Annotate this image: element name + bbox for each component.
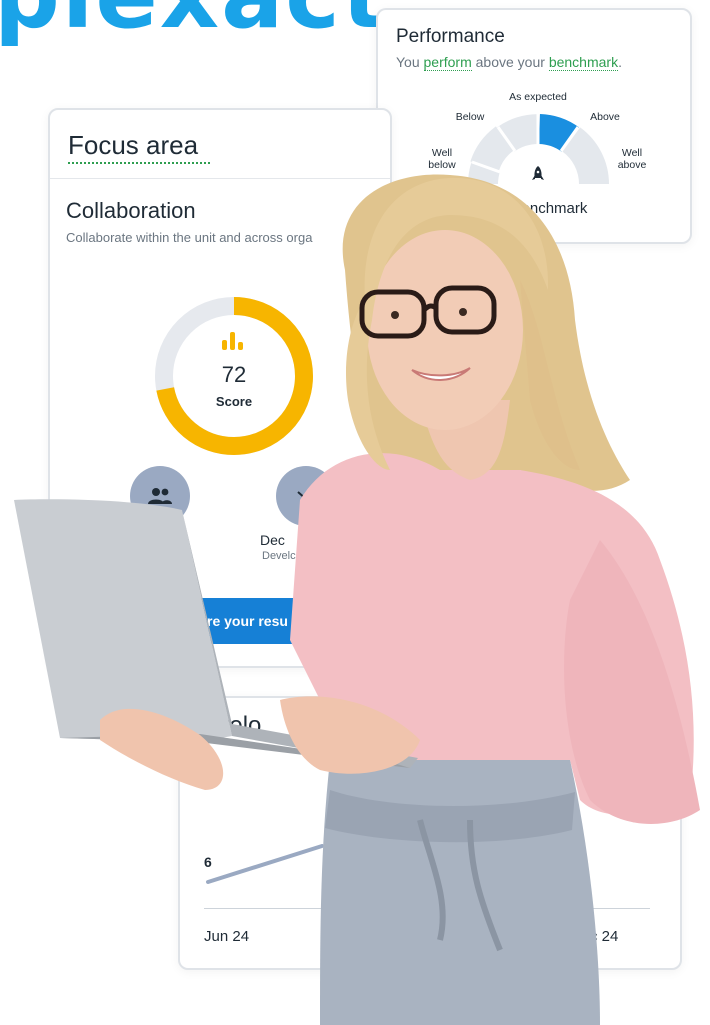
person-with-laptop-image <box>14 174 700 1025</box>
